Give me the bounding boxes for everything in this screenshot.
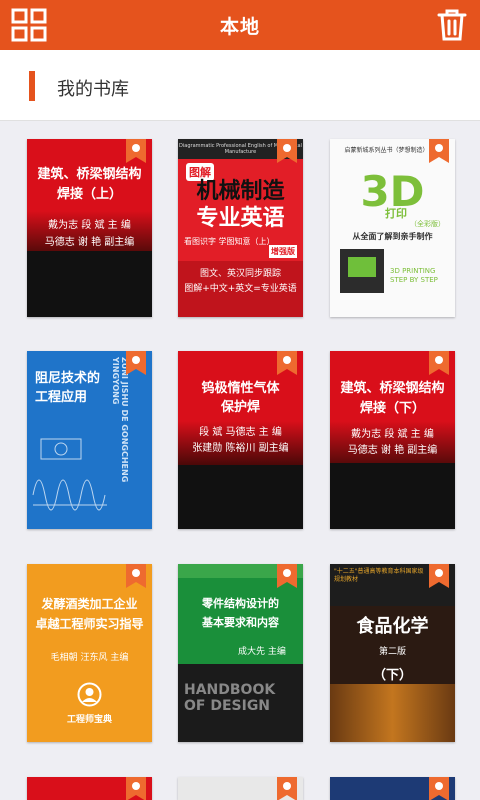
- library-header: 我的书库: [0, 50, 480, 121]
- page-title: 本地: [219, 15, 260, 38]
- bookmark-icon: [277, 351, 297, 375]
- book-eng-line: HANDBOOK: [184, 682, 276, 698]
- book-desc-line: 图解+中文+英文=专业英语: [184, 284, 297, 294]
- book-eng-line: STEP BY STEP: [390, 276, 438, 284]
- book-cover[interactable]: [330, 777, 455, 800]
- book-cover[interactable]: 零件结构设计的 基本要求和内容 成大先 主编 HANDBOOK OF DESIG…: [178, 564, 303, 742]
- book-title-line: 基本要求和内容: [202, 616, 279, 629]
- section-accent-bar: [29, 71, 35, 101]
- book-author-line: 段 斌 马德志 主 编: [199, 427, 282, 438]
- bookmark-icon: [429, 351, 449, 375]
- bookmark-icon: [277, 777, 297, 800]
- bookmark-icon: [429, 139, 449, 163]
- bookmark-icon: [277, 564, 297, 588]
- book-subtitle: 看图识字 学图知意（上）: [184, 237, 275, 246]
- book-cover[interactable]: 阻尼技术的 工程应用 ZUNI JISHU DE GONGCHENG YINGY…: [27, 351, 152, 529]
- bookmark-icon: [126, 351, 146, 375]
- book-cover[interactable]: 钨极惰性气体 保护焊 段 斌 马德志 主 编 张建勋 陈裕川 副主编: [178, 351, 303, 529]
- book-desc-line: 图文、英汉同步跟踪: [199, 269, 281, 279]
- book-top-text: "十二五"普通高等教育本科国家级规划教材: [334, 568, 424, 583]
- book-cover[interactable]: [178, 777, 303, 800]
- book-illustration: [32, 438, 107, 511]
- book-eng-line: OF DESIGN: [184, 698, 271, 714]
- grid-icon[interactable]: [11, 8, 47, 42]
- engineer-logo-icon: [77, 682, 102, 707]
- book-author-line: 成大先 主编: [238, 647, 286, 657]
- bookmark-icon: [429, 564, 449, 588]
- book-title-line: 焊接（上）: [56, 187, 122, 202]
- trash-icon[interactable]: [437, 8, 467, 42]
- bookmark-icon: [126, 139, 146, 163]
- book-title-line: 零件结构设计的: [202, 597, 279, 610]
- book-title-line: 阻尼技术的: [35, 371, 101, 386]
- book-edition: （全彩版）: [410, 220, 445, 228]
- book-author-line: 马德志 谢 艳 副主编: [44, 237, 135, 248]
- book-side-text: ZUNI JISHU DE GONGCHENG YINGYONG: [113, 357, 129, 483]
- book-cover[interactable]: 建筑、桥梁钢结构 焊接（下） 戴为志 段 斌 主 编 马德志 谢 艳 副主编: [330, 351, 455, 529]
- bookmark-icon: [126, 777, 146, 800]
- library-title: 我的书库: [57, 79, 129, 100]
- book-title-line: 保护焊: [220, 400, 260, 415]
- book-cover[interactable]: "十二五"普通高等教育本科国家级规划教材 食品化学 第二版 （下）: [330, 564, 455, 742]
- book-author-line: 毛相朝 汪东风 主编: [50, 653, 129, 663]
- book-cover[interactable]: Diagrammatic Professional English of Mec…: [178, 139, 303, 317]
- book-title-line: 建筑、桥梁钢结构: [340, 381, 445, 396]
- book-title-line: 建筑、桥梁钢结构: [37, 167, 142, 182]
- book-author-line: 张建勋 陈裕川 副主编: [192, 443, 289, 454]
- book-author-line: 马德志 谢 艳 副主编: [347, 445, 438, 456]
- book-title-main: 食品化学: [356, 616, 429, 637]
- book-title-line: 机械制造: [196, 179, 285, 204]
- book-edition: 增强版: [269, 245, 297, 258]
- bookmark-icon: [126, 564, 146, 588]
- book-cover[interactable]: [27, 777, 152, 800]
- book-cover[interactable]: 启蒙新城系列丛书（梦想制造）系列 3D 打印 （全彩版） 从全面了解到亲手制作 …: [330, 139, 455, 317]
- book-title-line: 专业英语: [196, 206, 285, 231]
- book-title-line: 卓越工程师实习指导: [35, 617, 144, 631]
- book-cover[interactable]: 建筑、桥梁钢结构 焊接（上） 戴为志 段 斌 主 编 马德志 谢 艳 副主编: [27, 139, 152, 317]
- book-edition: 第二版: [378, 647, 406, 657]
- book-subtitle: 从全面了解到亲手制作: [352, 232, 433, 241]
- book-volume: （下）: [372, 668, 412, 683]
- book-title-sub: 打印: [385, 207, 407, 220]
- book-cover[interactable]: 发酵酒类加工企业 卓越工程师实习指导 毛相朝 汪东风 主编 工程师宝典: [27, 564, 152, 742]
- book-title-line: 钨极惰性气体: [201, 381, 280, 396]
- bookmark-icon: [277, 139, 297, 163]
- book-author-line: 戴为志 段 斌 主 编: [48, 220, 131, 231]
- book-series: 工程师宝典: [66, 715, 112, 725]
- top-bar: 本地: [0, 0, 480, 50]
- book-title-line: 焊接（下）: [359, 401, 425, 416]
- book-author-line: 戴为志 段 斌 主 编: [351, 429, 434, 440]
- bookmark-icon: [429, 777, 449, 800]
- book-title-line: 发酵酒类加工企业: [41, 597, 138, 611]
- book-eng-line: 3D PRINTING: [390, 267, 436, 275]
- book-title-line: 工程应用: [35, 390, 88, 405]
